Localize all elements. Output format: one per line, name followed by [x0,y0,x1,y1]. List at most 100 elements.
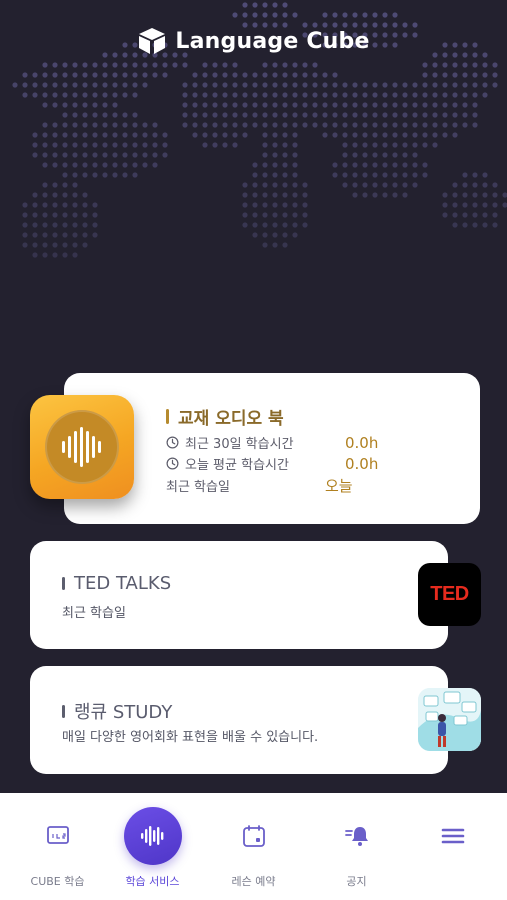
map-dot [402,182,408,188]
map-dot [222,82,228,88]
map-dot [202,102,208,108]
map-dot [302,102,308,108]
map-dot [22,202,28,208]
map-dot [362,142,368,148]
map-dot [392,112,398,118]
map-dot [72,112,78,118]
map-dot [142,132,148,138]
tab-label: 공지 [346,875,367,888]
map-dot [112,122,118,128]
stat-row-last-study: 최근 학습일 오늘 [166,475,353,496]
map-dot [22,72,28,78]
map-dot [422,122,428,128]
map-dot [402,92,408,98]
map-dot [232,102,238,108]
map-dot [72,162,78,168]
map-dot [422,112,428,118]
map-dot [302,82,308,88]
audio-book-title-text: 교재 오디오 북 [178,409,284,429]
map-dot [462,112,468,118]
map-dot [252,112,258,118]
map-dot [182,92,188,98]
map-dot [482,72,488,78]
tab-lesson-booking[interactable]: 레슨 예약 [203,793,304,900]
map-dot [132,62,138,68]
map-dot [442,132,448,138]
map-dot [92,102,98,108]
map-dot [72,132,78,138]
map-dot [262,2,268,8]
tab-menu[interactable] [402,793,503,900]
map-dot [272,232,278,238]
map-dot [392,182,398,188]
map-dot [62,152,68,158]
map-dot [422,72,428,78]
map-dot [52,82,58,88]
map-dot [152,132,158,138]
map-dot [372,162,378,168]
map-dot [432,62,438,68]
map-dot [292,62,298,68]
map-dot [432,122,438,128]
map-dot [272,242,278,248]
map-dot [142,72,148,78]
map-dot [252,232,258,238]
map-dot [152,152,158,158]
map-dot [92,112,98,118]
map-dot [42,72,48,78]
map-dot [102,132,108,138]
map-dot [452,82,458,88]
map-dot [72,142,78,148]
map-dot [342,132,348,138]
map-dot [402,102,408,108]
map-dot [252,102,258,108]
audio-wave-icon [141,826,164,846]
map-dot [102,112,108,118]
map-dot [112,72,118,78]
map-dot [92,62,98,68]
map-dot [242,132,248,138]
map-dot [102,62,108,68]
ted-talks-card[interactable] [30,541,448,649]
tab-label: 레슨 예약 [231,875,276,888]
map-dot [202,92,208,98]
map-dot [152,122,158,128]
map-dot [162,142,168,148]
map-dot [272,82,278,88]
tab-notice[interactable]: 공지 [306,793,407,900]
map-dot [62,72,68,78]
map-dot [262,242,268,248]
map-dot [272,62,278,68]
map-dot [292,212,298,218]
map-dot [82,242,88,248]
map-dot [252,82,258,88]
map-dot [382,112,388,118]
study-thumbnail[interactable] [418,688,481,751]
title-marker [62,704,65,718]
map-dot [252,72,258,78]
map-dot [82,92,88,98]
map-dot [322,92,328,98]
map-dot [292,232,298,238]
tab-cube-learning[interactable]: CUBE 학습 [7,793,108,900]
map-dot [482,172,488,178]
active-tab-indicator[interactable] [124,807,182,865]
map-dot [212,112,218,118]
map-dot [472,82,478,88]
map-dot [82,192,88,198]
map-dot [472,172,478,178]
map-dot [352,172,358,178]
map-dot [262,102,268,108]
stat-label: 최근 30일 학습시간 [185,437,294,452]
map-dot [282,212,288,218]
ted-logo[interactable]: TED [418,563,481,626]
map-dot [142,162,148,168]
map-dot [72,222,78,228]
map-dot [72,152,78,158]
map-dot [412,172,418,178]
map-dot [402,142,408,148]
map-dot [392,12,398,18]
audio-book-icon[interactable] [30,395,134,499]
map-dot [82,142,88,148]
map-dot [272,172,278,178]
